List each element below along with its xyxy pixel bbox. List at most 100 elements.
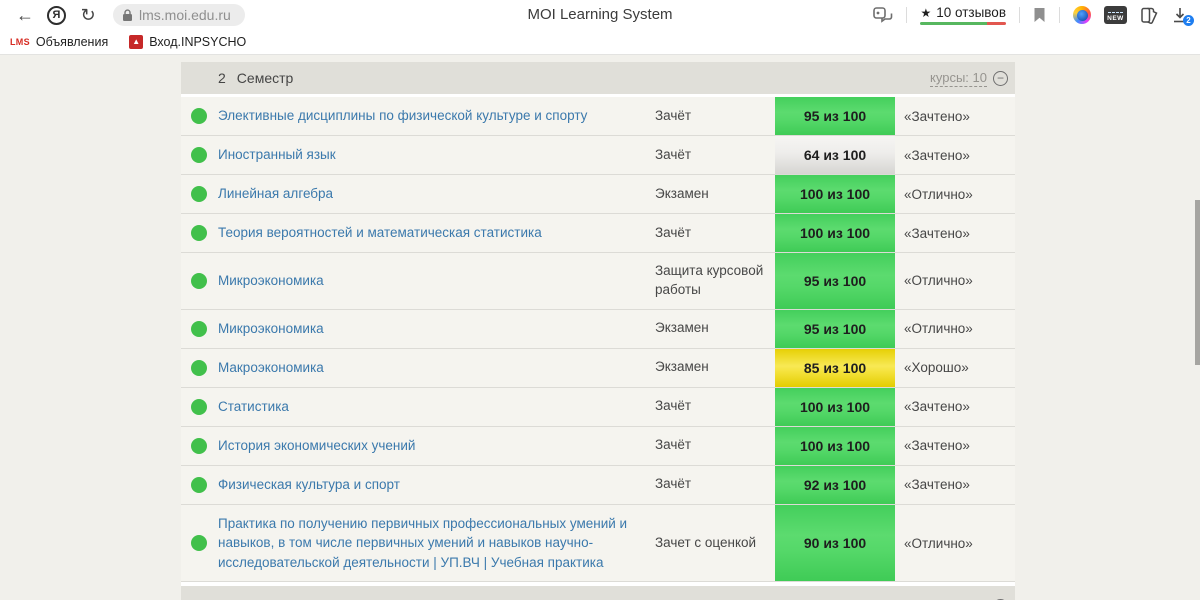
course-name-link[interactable]: Линейная алгебра — [218, 175, 655, 213]
grade-text: «Зачтено» — [904, 108, 970, 124]
back-button[interactable]: ← — [12, 5, 38, 26]
course-row: Линейная алгебра Экзамен 100 из 100 «Отл… — [181, 175, 1015, 214]
status-dot-icon — [191, 359, 207, 376]
grade-text: «Хорошо» — [904, 360, 969, 376]
toolbar-separator — [1019, 7, 1020, 23]
toolbar-separator — [1059, 7, 1060, 23]
bookmark-flag-icon[interactable] — [1033, 7, 1046, 23]
assessment-type: Защита курсовой работы — [655, 263, 764, 297]
score-badge: 95 из 100 — [775, 253, 895, 309]
bookmark-item-announcements[interactable]: LMS Объявления — [10, 35, 108, 49]
status-dot-icon — [191, 398, 207, 415]
semester-2-header: 2 Семестр курсы: 10 − — [181, 62, 1015, 94]
course-row: Статистика Зачёт 100 из 100 «Зачтено» — [181, 387, 1015, 427]
new-badge-label: NEW — [1107, 15, 1124, 22]
course-name-link[interactable]: Микроэкономика — [218, 310, 655, 348]
score-badge: 100 из 100 — [775, 214, 895, 252]
extension-inner-circle — [1076, 9, 1088, 21]
star-icon: ★ — [920, 5, 932, 20]
collapse-semester-button[interactable]: − — [993, 70, 1008, 86]
screenshot-extension-icon[interactable]: NEW — [1104, 6, 1127, 24]
assessment-type: Экзамен — [655, 359, 709, 375]
page-title: MOI Learning System — [527, 6, 673, 23]
grade-text: «Зачтено» — [904, 147, 970, 163]
assessment-type: Зачёт — [655, 146, 692, 162]
grade-text: «Отлично» — [904, 186, 973, 202]
assessment-type: Зачёт — [655, 224, 692, 240]
course-name-link[interactable]: Теория вероятностей и математическая ста… — [218, 214, 655, 252]
url-text: lms.moi.edu.ru — [139, 7, 231, 23]
course-name-link[interactable]: Иностранный язык — [218, 136, 655, 174]
dashed-selection-decoration — [1108, 12, 1123, 13]
course-row: История экономических учений Зачёт 100 и… — [181, 426, 1015, 466]
yandex-browser-icon[interactable]: Я — [47, 5, 66, 25]
score-badge: 95 из 100 — [775, 309, 895, 348]
grades-table: 2 Семестр курсы: 10 − Элективные дисципл… — [181, 62, 1015, 600]
status-dot-icon — [191, 476, 207, 493]
status-dot-icon — [191, 147, 207, 163]
tabs-icon[interactable] — [873, 6, 893, 24]
address-bar[interactable]: lms.moi.edu.ru — [113, 4, 245, 26]
score-badge: 100 из 100 — [775, 426, 895, 465]
course-row: Теория вероятностей и математическая ста… — [181, 214, 1015, 253]
score-badge: 64 из 100 — [775, 136, 895, 174]
grade-text: «Зачтено» — [904, 477, 970, 493]
vertical-scrollbar-thumb[interactable] — [1195, 200, 1200, 365]
assessment-type: Экзамен — [655, 185, 709, 201]
course-name-link[interactable]: Микроэкономика — [218, 253, 655, 309]
grade-text: «Зачтено» — [904, 225, 970, 241]
course-row: Микроэкономика Экзамен 95 из 100 «Отличн… — [181, 309, 1015, 349]
downloads-button[interactable]: 2 — [1172, 7, 1194, 26]
bookmark-label: Объявления — [35, 35, 109, 49]
browser-chrome: ← Я ↻ lms.moi.edu.ru MOI Learning System — [0, 0, 1200, 55]
status-dot-icon — [191, 108, 207, 124]
grade-text: «Зачтено» — [904, 438, 970, 454]
status-dot-icon — [191, 320, 207, 337]
grade-text: «Отлично» — [904, 273, 973, 289]
reviews-count: 10 отзывов — [936, 5, 1006, 20]
assessment-type: Зачёт — [655, 107, 692, 123]
browser-extension-icon[interactable] — [1073, 6, 1091, 24]
course-name-link[interactable]: История экономических учений — [218, 427, 655, 465]
course-name-link[interactable]: Физическая культура и спорт — [218, 466, 655, 504]
course-name-link[interactable]: Практика по получению первичных професси… — [218, 505, 655, 582]
site-reviews-widget[interactable]: ★ 10 отзывов — [920, 5, 1006, 25]
assessment-type: Зачёт — [655, 476, 692, 492]
inpsycho-favicon: ▲ — [129, 35, 144, 49]
semester-label: Семестр — [236, 70, 294, 86]
status-dot-icon — [191, 437, 207, 454]
course-rows: Элективные дисциплины по физической куль… — [181, 97, 1015, 583]
grade-text: «Зачтено» — [904, 399, 970, 415]
score-badge: 85 из 100 — [775, 348, 895, 387]
score-badge: 95 из 100 — [775, 97, 895, 135]
status-dot-icon — [191, 225, 207, 241]
status-dot-icon — [191, 535, 207, 552]
course-row: Физическая культура и спорт Зачёт 92 из … — [181, 465, 1015, 505]
toolbar-separator — [906, 7, 908, 23]
status-dot-icon — [191, 272, 207, 289]
grade-text: «Отлично» — [904, 535, 973, 551]
downloads-count-badge: 2 — [1183, 15, 1194, 26]
course-row: Иностранный язык Зачёт 64 из 100 «Зачтен… — [181, 136, 1015, 175]
rating-bar — [920, 22, 1006, 25]
course-row: Практика по получению первичных професси… — [181, 504, 1015, 583]
course-row: Макроэкономика Экзамен 85 из 100 «Хорошо… — [181, 348, 1015, 388]
status-dot-icon — [191, 186, 207, 202]
courses-count-link[interactable]: курсы: 10 — [930, 70, 987, 87]
course-name-link[interactable]: Статистика — [218, 388, 655, 426]
bookmarks-bar: LMS Объявления ▲ Вход.INPSYCHO — [0, 30, 1200, 55]
score-badge: 90 из 100 — [775, 504, 895, 582]
collections-tag-icon[interactable] — [1140, 7, 1159, 24]
assessment-type: Зачёт — [655, 398, 692, 414]
bookmark-item-inpsycho-login[interactable]: ▲ Вход.INPSYCHO — [129, 35, 246, 49]
assessment-type: Экзамен — [655, 320, 709, 336]
course-name-link[interactable]: Макроэкономика — [218, 349, 655, 387]
assessment-type: Зачёт — [655, 437, 692, 453]
course-name-link[interactable]: Элективные дисциплины по физической куль… — [218, 97, 655, 135]
course-row: Элективные дисциплины по физической куль… — [181, 97, 1015, 136]
grade-text: «Отлично» — [904, 321, 973, 337]
assessment-type: Зачет с оценкой — [655, 534, 757, 550]
browser-window: ← Я ↻ lms.moi.edu.ru MOI Learning System — [0, 0, 1200, 600]
lock-icon — [123, 8, 132, 21]
refresh-button[interactable]: ↻ — [75, 5, 101, 26]
